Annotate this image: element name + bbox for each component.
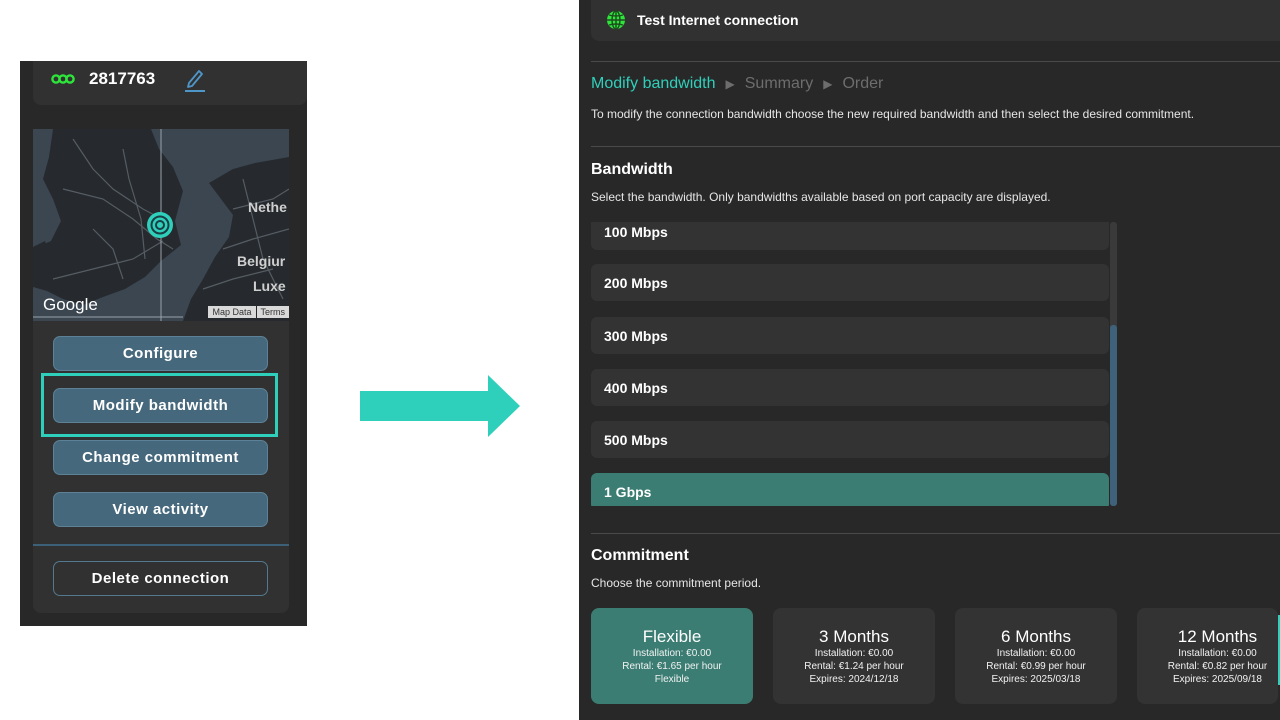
commitment-option-6-months[interactable]: 6 Months Installation: €0.00 Rental: €0.… (955, 608, 1117, 704)
commitment-installation: Installation: €0.00 (1178, 648, 1257, 659)
bandwidth-option[interactable]: 500 Mbps (591, 421, 1109, 458)
bandwidth-scrollbar[interactable] (1110, 222, 1117, 506)
intro-text: To modify the connection bandwidth choos… (591, 107, 1195, 121)
map-label-netherlands: Nethe (248, 199, 287, 215)
highlight-frame (41, 373, 278, 437)
screenshot-stage: 2817763 Nethe Belgiur Luxe Google Map Da… (0, 0, 1280, 720)
commitment-expires: Expires: 2025/09/18 (1173, 674, 1262, 685)
breadcrumb-arrow-icon: ▶ (823, 77, 833, 91)
view-activity-button[interactable]: View activity (53, 492, 268, 527)
bandwidth-option[interactable]: 300 Mbps (591, 317, 1109, 354)
commitment-option-12-months[interactable]: 12 Months Installation: €0.00 Rental: €0… (1137, 608, 1278, 704)
commitment-option-flexible[interactable]: Flexible Installation: €0.00 Rental: €1.… (591, 608, 753, 704)
bandwidth-option-selected[interactable]: 1 Gbps (591, 473, 1109, 506)
commitment-installation: Installation: €0.00 (996, 648, 1076, 659)
commitment-rental: Rental: €1.65 per hour (622, 661, 722, 672)
bandwidth-option[interactable]: 400 Mbps (591, 369, 1109, 406)
breadcrumb: Modify bandwidth ▶ Summary ▶ Order (591, 75, 883, 93)
map-data-link[interactable]: Map Data (208, 306, 256, 318)
commitment-rental: Rental: €1.24 per hour (804, 661, 904, 672)
commitment-rental: Rental: €0.99 per hour (986, 661, 1086, 672)
bandwidth-option[interactable]: 100 Mbps (591, 222, 1109, 250)
commitment-rental: Rental: €0.82 per hour (1167, 661, 1268, 672)
map-terms-link[interactable]: Terms (256, 306, 289, 318)
breadcrumb-step-order: Order (842, 75, 884, 92)
commitment-installation: Installation: €0.00 (632, 648, 712, 659)
pencil-edit-icon[interactable] (183, 66, 207, 92)
section-divider (591, 533, 1280, 534)
map-label-luxembourg: Luxe (253, 278, 286, 294)
map-view[interactable]: Nethe Belgiur Luxe Google Map Data Terms (33, 129, 289, 321)
map-label-belgium: Belgiur (237, 253, 286, 269)
commitment-option-3-months[interactable]: 3 Months Installation: €0.00 Rental: €1.… (773, 608, 935, 704)
delete-connection-button[interactable]: Delete connection (53, 561, 268, 596)
bandwidth-description: Select the bandwidth. Only bandwidths av… (591, 190, 1051, 204)
header-divider (591, 61, 1280, 62)
connection-panel: 2817763 Nethe Belgiur Luxe Google Map Da… (20, 61, 307, 626)
commitment-title: Commitment (591, 547, 689, 564)
change-commitment-button[interactable]: Change commitment (53, 440, 268, 475)
infinity-link-icon (51, 74, 75, 84)
connection-title-bar: Test Internet connection (591, 0, 1280, 41)
breadcrumb-arrow-icon: ▶ (725, 77, 735, 91)
connection-header: 2817763 (33, 61, 307, 105)
google-logo: Google (43, 295, 98, 314)
commitment-option-title: 12 Months (1177, 627, 1258, 646)
bandwidth-option[interactable]: 200 Mbps (591, 264, 1109, 301)
commitment-expires: Expires: 2024/12/18 (809, 674, 899, 685)
actions-divider (33, 544, 289, 546)
commitment-option-title: 3 Months (819, 627, 889, 646)
map-attribution: Map Data Terms (208, 306, 289, 318)
bandwidth-list[interactable]: 100 Mbps 200 Mbps 300 Mbps 400 Mbps 500 … (591, 222, 1111, 506)
breadcrumb-step-summary: Summary (744, 75, 814, 92)
location-target-icon[interactable] (147, 212, 173, 238)
commitment-expires: Flexible (654, 674, 690, 685)
connection-title: Test Internet connection (637, 12, 799, 28)
breadcrumb-step-modify-bandwidth[interactable]: Modify bandwidth (591, 75, 716, 93)
modify-bandwidth-panel: Test Internet connection Modify bandwidt… (579, 0, 1280, 720)
section-divider (591, 146, 1280, 147)
globe-icon (607, 10, 625, 30)
commitment-option-title: Flexible (642, 627, 702, 646)
arrow-right-icon (360, 375, 520, 437)
connection-card: Nethe Belgiur Luxe Google Map Data Terms… (33, 129, 289, 613)
configure-button[interactable]: Configure (53, 336, 268, 371)
commitment-installation: Installation: €0.00 (814, 648, 894, 659)
bandwidth-title: Bandwidth (591, 161, 673, 178)
commitment-option-title: 6 Months (1001, 627, 1071, 646)
commitment-description: Choose the commitment period. (591, 576, 762, 590)
scrollbar-thumb[interactable] (1110, 325, 1117, 506)
map-canvas (33, 129, 289, 321)
commitment-expires: Expires: 2025/03/18 (991, 674, 1081, 685)
connection-id: 2817763 (89, 69, 156, 88)
